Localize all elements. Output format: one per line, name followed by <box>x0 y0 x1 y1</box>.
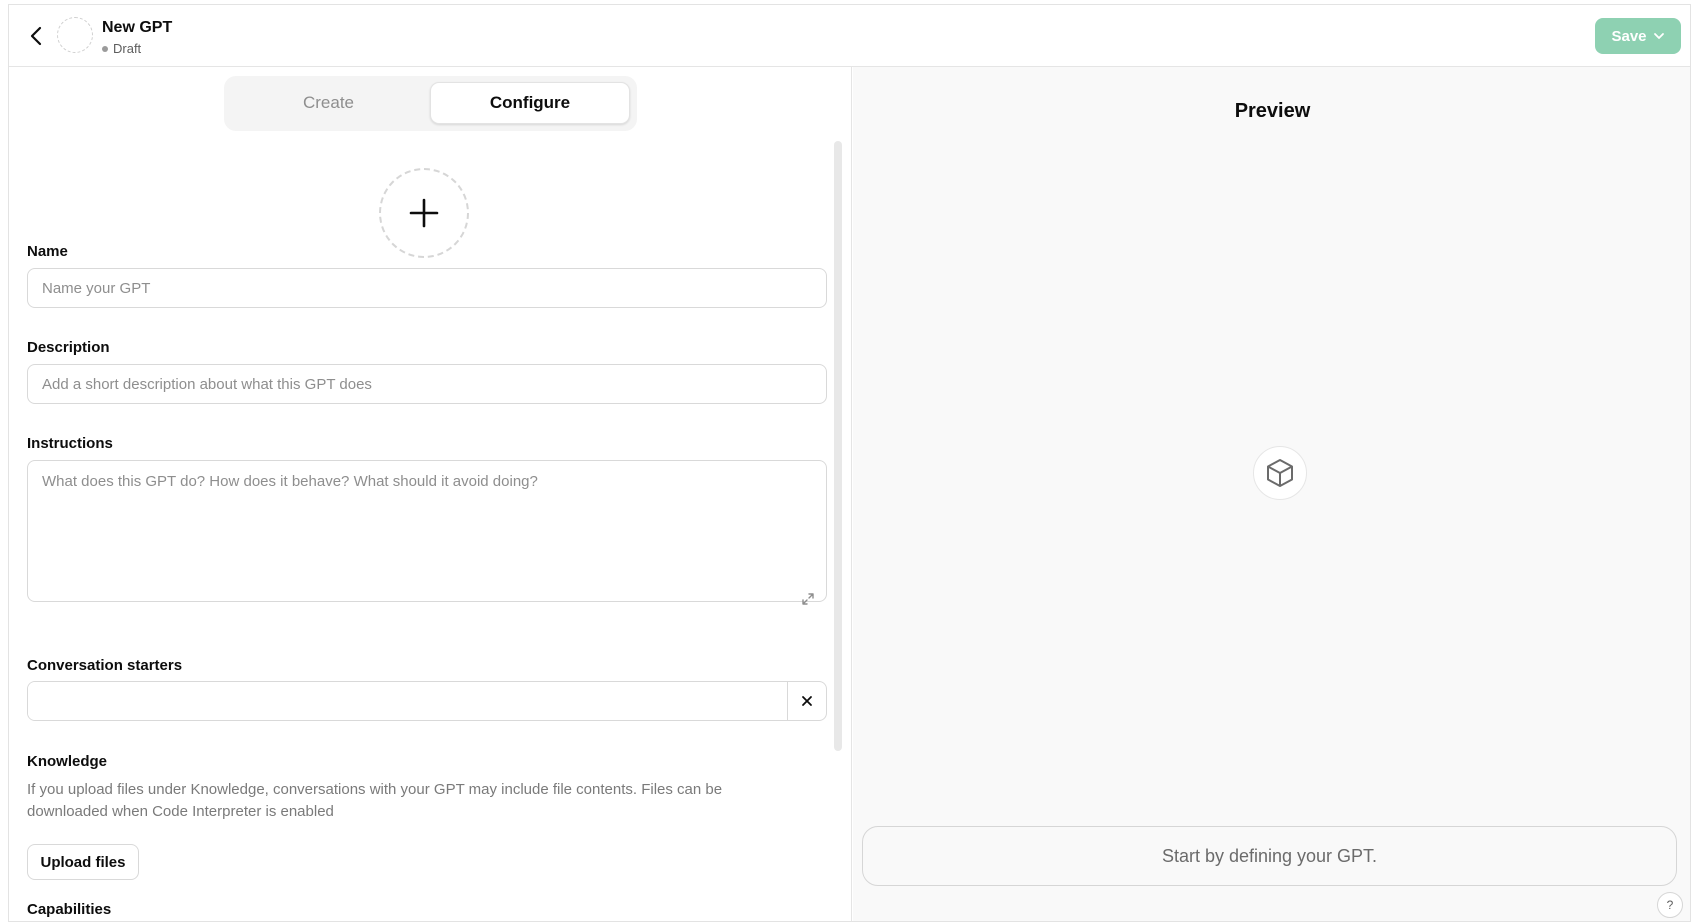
preview-logo <box>1253 446 1307 500</box>
instructions-label: Instructions <box>27 435 113 452</box>
scrollbar[interactable] <box>834 141 842 751</box>
back-arrow-icon <box>30 26 42 46</box>
tab-create[interactable]: Create <box>230 82 427 124</box>
instructions-textarea[interactable] <box>27 460 827 602</box>
avatar-upload-button[interactable] <box>379 168 469 258</box>
help-button[interactable]: ? <box>1657 892 1683 918</box>
gpt-editor-window: New GPT Draft Save Create Configure Name… <box>8 4 1691 922</box>
plus-icon <box>409 198 439 228</box>
status-text: Draft <box>113 41 142 56</box>
back-button[interactable] <box>23 23 49 49</box>
gpt-status: Draft <box>102 41 141 56</box>
mode-tabs: Create Configure <box>224 76 637 131</box>
conversation-starter-row <box>27 681 827 721</box>
capabilities-label: Capabilities <box>27 901 112 918</box>
conversation-starter-input[interactable] <box>28 682 787 720</box>
status-dot <box>102 45 108 52</box>
name-label: Name <box>27 243 68 260</box>
configure-pane: Create Configure Name Description Instru… <box>9 67 852 921</box>
description-input[interactable] <box>27 364 827 404</box>
gpt-avatar-placeholder <box>57 17 93 53</box>
preview-message-input[interactable]: Start by defining your GPT. <box>862 826 1677 886</box>
name-input[interactable] <box>27 268 827 308</box>
preview-title: Preview <box>1234 100 1311 122</box>
top-bar: New GPT Draft Save <box>9 5 1690 67</box>
upload-files-button[interactable]: Upload files <box>27 844 139 880</box>
cube-icon <box>1267 459 1293 487</box>
chevron-down-icon <box>1653 33 1664 39</box>
gpt-name: New GPT <box>102 19 173 36</box>
knowledge-help-text: If you upload files under Knowledge, con… <box>27 781 723 820</box>
tab-configure[interactable]: Configure <box>430 82 630 124</box>
description-label: Description <box>27 339 110 356</box>
save-button[interactable]: Save <box>1595 18 1681 54</box>
conversation-starters-label: Conversation starters <box>27 657 183 674</box>
remove-starter-button[interactable] <box>787 682 826 720</box>
knowledge-label: Knowledge <box>27 753 108 770</box>
expand-icon[interactable] <box>800 591 816 607</box>
save-label: Save <box>1611 27 1647 45</box>
preview-pane: Preview Start by defining your GPT. ? <box>853 67 1690 921</box>
close-icon <box>802 696 812 706</box>
